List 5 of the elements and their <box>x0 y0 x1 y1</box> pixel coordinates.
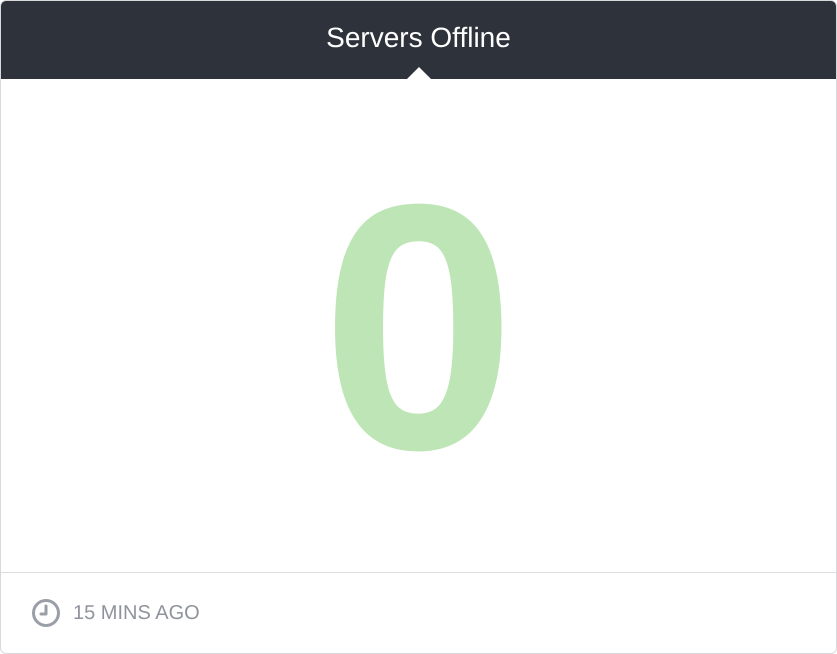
pointer-icon <box>407 67 431 79</box>
updated-time: 15 MINS AGO <box>73 602 200 624</box>
metric-value: 0 <box>321 152 516 502</box>
widget-title: Servers Offline <box>326 22 511 54</box>
clock-icon <box>31 598 61 628</box>
